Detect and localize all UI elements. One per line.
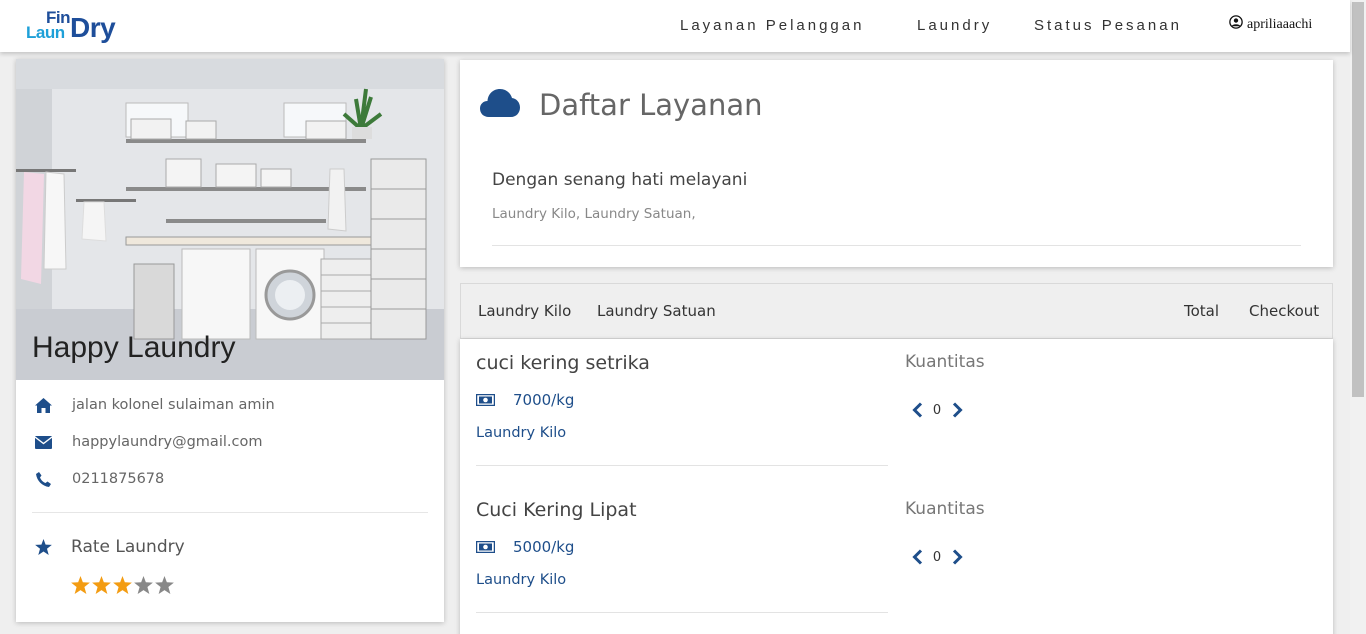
logo-part-dry: Dry — [70, 12, 116, 43]
tab-checkout[interactable]: Checkout — [1249, 302, 1319, 320]
chevron-right-icon[interactable] — [950, 401, 964, 419]
star-icon — [34, 539, 52, 555]
service-name: Cuci Kering Lipat — [476, 499, 637, 521]
nav-layanan-pelanggan[interactable]: Layanan Pelanggan — [680, 17, 864, 34]
page-scrollbar[interactable] — [1350, 0, 1366, 634]
address-text: jalan kolonel sulaiman amin — [72, 397, 275, 413]
divider — [32, 512, 428, 513]
service-list: cuci kering setrika 7000/kg Laundry Kilo… — [460, 339, 1333, 634]
service-tabs: Laundry Kilo Laundry Satuan Total Checko… — [460, 283, 1333, 339]
tab-total[interactable]: Total — [1184, 302, 1219, 320]
services-subtitle: Dengan senang hati melayani — [492, 170, 748, 190]
quantity-stepper: 0 — [910, 401, 964, 419]
rating-star-icon[interactable] — [113, 576, 132, 594]
phone-row: 0211875678 — [34, 470, 164, 488]
address-row: jalan kolonel sulaiman amin — [34, 396, 275, 414]
services-header-card: Daftar Layanan Dengan senang hati melaya… — [460, 60, 1333, 267]
rating-star-icon[interactable] — [134, 576, 153, 594]
laundry-photo: Happy Laundry — [16, 59, 444, 380]
service-category[interactable]: Laundry Kilo — [476, 425, 566, 441]
navbar: Fin Laun Dry Layanan Pelanggan Laundry S… — [0, 0, 1350, 52]
quantity-label: Kuantitas — [905, 352, 985, 372]
user-name: apriliaaachi — [1247, 16, 1313, 32]
quantity-label: Kuantitas — [905, 499, 985, 519]
phone-text: 0211875678 — [72, 471, 165, 487]
money-bill-icon — [476, 394, 495, 406]
nav-laundry[interactable]: Laundry — [917, 17, 992, 34]
rating-star-icon[interactable] — [92, 576, 111, 594]
tab-laundry-satuan[interactable]: Laundry Satuan — [597, 302, 716, 320]
service-price-text: 7000/kg — [513, 391, 575, 409]
home-icon — [34, 396, 52, 414]
chevron-left-icon[interactable] — [910, 548, 924, 566]
service-item: cuci kering setrika 7000/kg Laundry Kilo… — [460, 339, 1333, 486]
quantity-value: 0 — [932, 549, 942, 565]
user-menu[interactable]: apriliaaachi — [1229, 15, 1312, 34]
service-price: 5000/kg — [476, 538, 574, 556]
divider — [476, 465, 888, 466]
service-item: Cuci Kering Lipat 5000/kg Laundry Kilo K… — [460, 486, 1333, 633]
divider — [476, 612, 888, 613]
nav-status-pesanan[interactable]: Status Pesanan — [1034, 17, 1182, 34]
page-title: Daftar Layanan — [539, 88, 763, 122]
service-price: 7000/kg — [476, 391, 574, 409]
envelope-icon — [34, 433, 52, 451]
scrollbar-thumb[interactable] — [1352, 2, 1364, 397]
user-circle-icon — [1229, 15, 1243, 34]
rate-label: Rate Laundry — [71, 537, 185, 557]
money-bill-icon — [476, 541, 495, 553]
email-row: happylaundry@gmail.com — [34, 433, 262, 451]
laundry-name: Happy Laundry — [32, 331, 236, 364]
rating-star-icon[interactable] — [155, 576, 174, 594]
chevron-right-icon[interactable] — [950, 548, 964, 566]
service-name: cuci kering setrika — [476, 352, 650, 374]
logo[interactable]: Fin Laun Dry — [26, 8, 141, 44]
rating-stars[interactable] — [71, 576, 174, 594]
email-text: happylaundry@gmail.com — [72, 434, 263, 450]
chevron-left-icon[interactable] — [910, 401, 924, 419]
quantity-stepper: 0 — [910, 548, 964, 566]
divider — [492, 245, 1301, 246]
tab-laundry-kilo[interactable]: Laundry Kilo — [478, 302, 571, 320]
laundry-profile-card: Happy Laundry jalan kolonel sulaiman ami… — [16, 59, 444, 622]
quantity-value: 0 — [932, 402, 942, 418]
phone-icon — [34, 470, 52, 488]
logo-part-laun: Laun — [26, 23, 65, 42]
cloud-icon — [480, 87, 520, 121]
service-category[interactable]: Laundry Kilo — [476, 572, 566, 588]
service-price-text: 5000/kg — [513, 538, 575, 556]
rate-heading: Rate Laundry — [34, 537, 185, 557]
services-category-list: Laundry Kilo, Laundry Satuan, — [492, 206, 696, 222]
rating-star-icon[interactable] — [71, 576, 90, 594]
